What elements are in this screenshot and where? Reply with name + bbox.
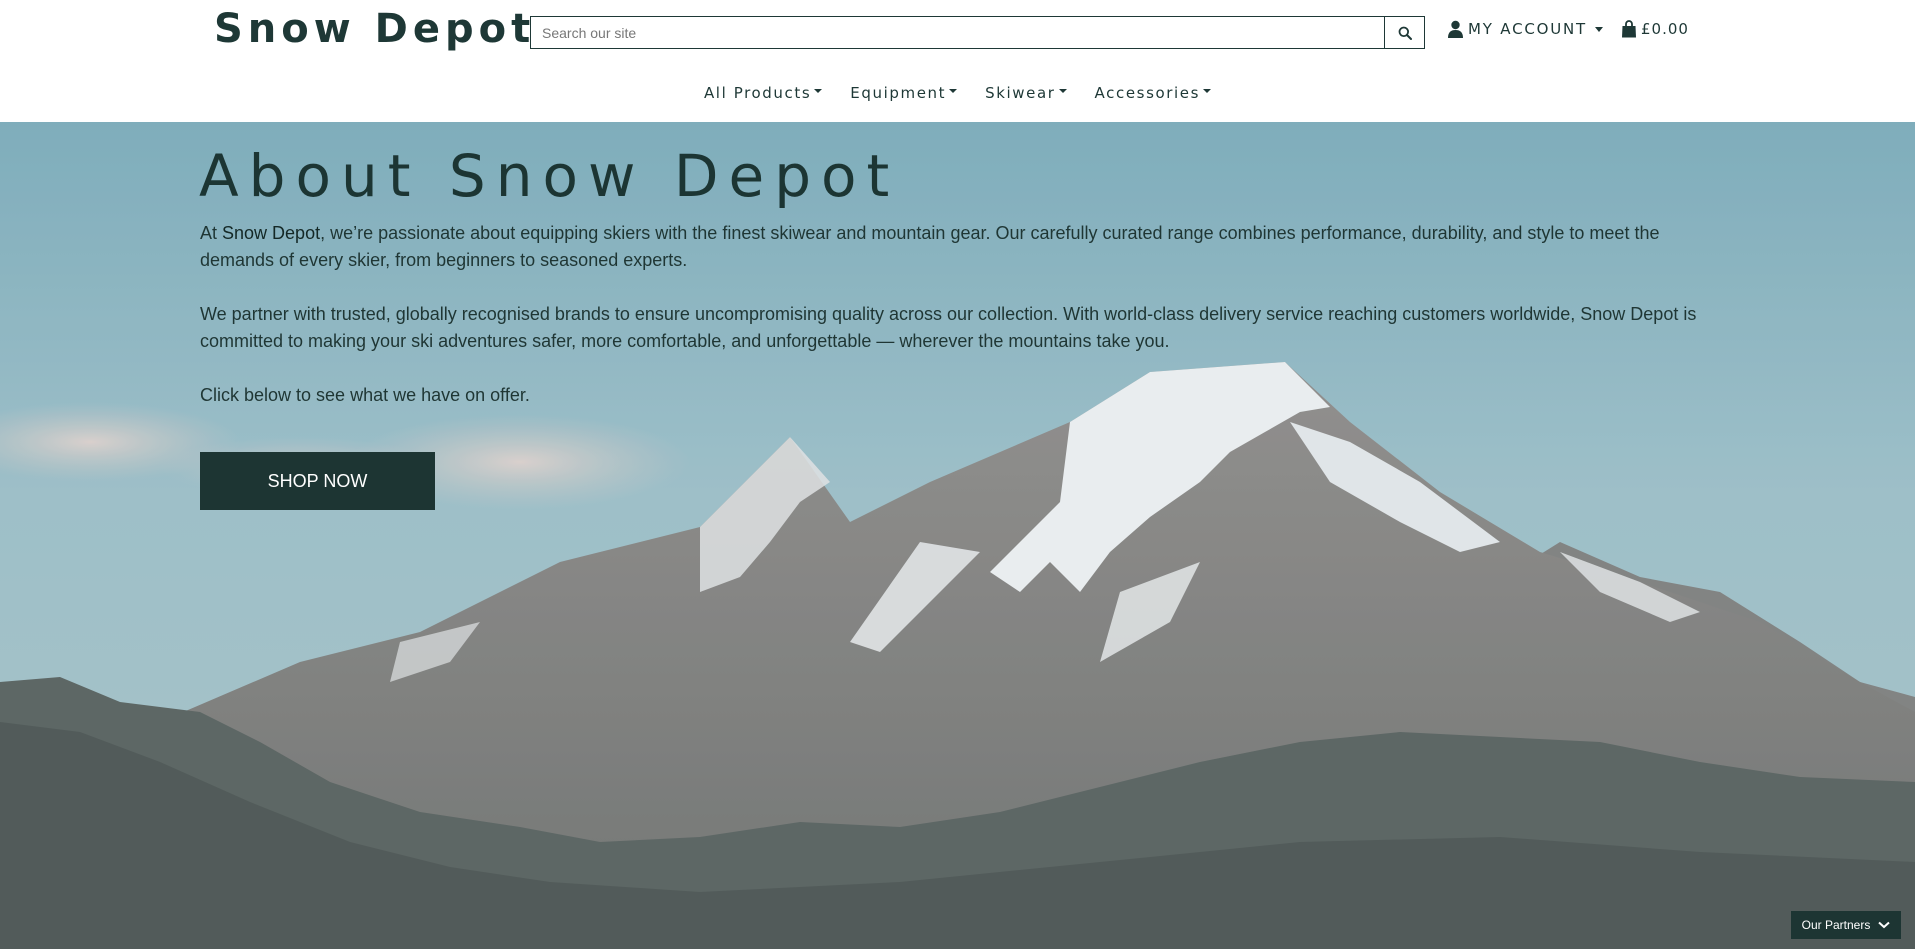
- search-button[interactable]: [1384, 17, 1424, 48]
- nav-item-all-products[interactable]: All Products: [703, 84, 823, 102]
- about-hero: About Snow Depot At Snow Depot, we’re pa…: [0, 122, 1915, 949]
- nav-item-equipment[interactable]: Equipment: [850, 84, 958, 102]
- shop-now-button[interactable]: SHOP NOW: [200, 452, 435, 510]
- nav-item-accessories[interactable]: Accessories: [1095, 84, 1212, 102]
- nav-item-skiwear[interactable]: Skiwear: [985, 84, 1067, 102]
- page-title: About Snow Depot: [199, 142, 900, 210]
- our-partners-toggle[interactable]: Our Partners: [1791, 911, 1901, 939]
- intro-text-before: At: [200, 223, 223, 243]
- partners-paragraph: We partner with trusted, globally recogn…: [200, 304, 1697, 351]
- search-input[interactable]: [531, 17, 1384, 48]
- cta-paragraph: Click below to see what we have on offer…: [200, 385, 530, 405]
- intro-paragraph: At Snow Depot, we’re passionate about eq…: [200, 220, 1720, 274]
- nav-item-label: Equipment: [850, 84, 947, 102]
- chevron-down-icon: [1058, 89, 1067, 93]
- chevron-down-icon: [1203, 89, 1212, 93]
- brand-name: Snow Depot: [222, 223, 321, 243]
- nav-item-label: All Products: [703, 84, 812, 102]
- intro-text-after: , we’re passionate about equipping skier…: [200, 223, 1660, 270]
- search-bar: [530, 16, 1425, 49]
- chevron-down-icon: [1595, 26, 1603, 32]
- chevron-down-icon: [949, 89, 958, 93]
- cart-total: £0.00: [1641, 20, 1689, 38]
- site-logo[interactable]: Snow Depot: [214, 6, 535, 52]
- shopping-bag-icon: [1622, 20, 1636, 38]
- my-account-label: MY ACCOUNT: [1468, 20, 1587, 38]
- user-icon: [1448, 20, 1463, 38]
- cart-button[interactable]: £0.00: [1621, 20, 1689, 38]
- nav-item-label: Skiwear: [985, 84, 1056, 102]
- nav-item-label: Accessories: [1094, 84, 1201, 102]
- main-nav: All Products Equipment Skiwear Accessori…: [0, 84, 1915, 102]
- site-header: Snow Depot MY ACCOUNT £0.00 All Products: [0, 0, 1915, 122]
- our-partners-label: Our Partners: [1801, 918, 1871, 932]
- chevron-down-icon: [1878, 921, 1891, 929]
- chevron-down-icon: [814, 89, 823, 93]
- my-account-menu[interactable]: MY ACCOUNT: [1447, 20, 1603, 38]
- search-icon: [1398, 26, 1412, 40]
